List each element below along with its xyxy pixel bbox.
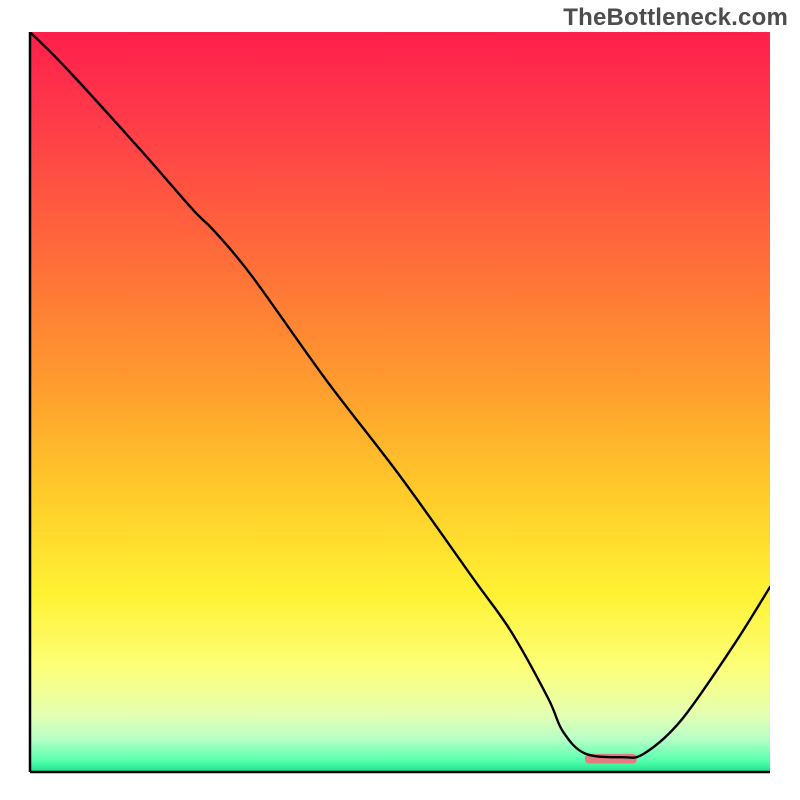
plot-background bbox=[30, 32, 770, 772]
chart-canvas bbox=[0, 0, 800, 800]
watermark-text: TheBottleneck.com bbox=[563, 4, 788, 32]
chart-frame: TheBottleneck.com bbox=[0, 0, 800, 800]
